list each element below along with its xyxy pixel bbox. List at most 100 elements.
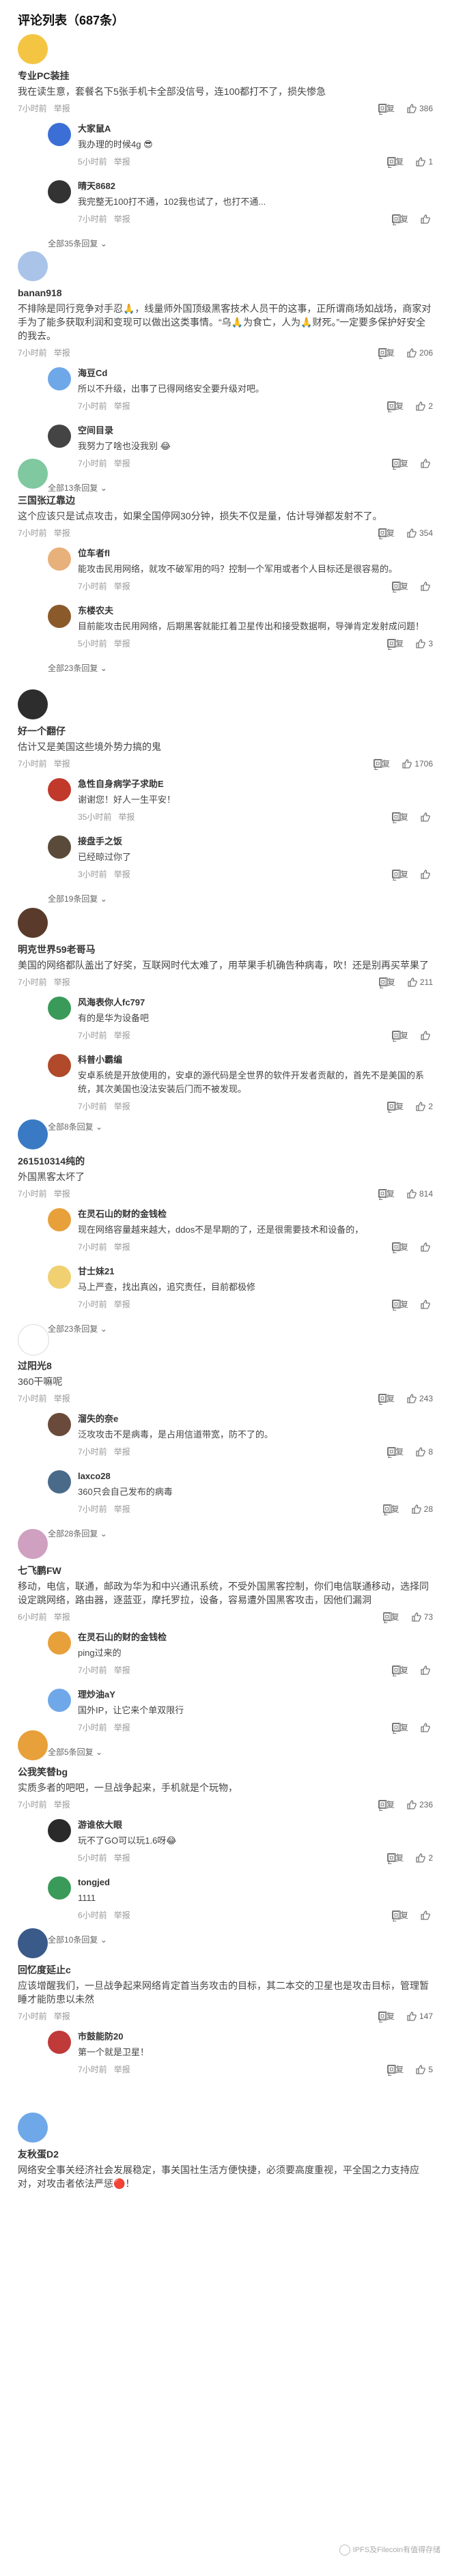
- reply-username[interactable]: 在灵石山的财的金钱检: [78, 1631, 433, 1644]
- report-link[interactable]: 举报: [54, 1612, 70, 1622]
- like-button[interactable]: 2: [416, 1852, 433, 1863]
- like-button[interactable]: 8: [416, 1446, 433, 1457]
- report-link[interactable]: 举报: [114, 582, 130, 591]
- reply-button[interactable]: 回复: [387, 1446, 404, 1457]
- report-link[interactable]: 举报: [54, 2012, 70, 2021]
- reply-username[interactable]: 接盘手之饭: [78, 835, 433, 848]
- reply-username[interactable]: 风海表你人fc797: [78, 997, 433, 1009]
- report-link[interactable]: 举报: [114, 1853, 130, 1863]
- reply-avatar[interactable]: [48, 1876, 71, 1900]
- report-link[interactable]: 举报: [114, 1665, 130, 1675]
- like-button[interactable]: [421, 580, 433, 592]
- reply-username[interactable]: 海豆Cd: [78, 367, 433, 380]
- reply-avatar[interactable]: [48, 123, 71, 146]
- report-link[interactable]: 举报: [54, 1800, 70, 1809]
- report-link[interactable]: 举报: [54, 528, 70, 538]
- reply-avatar[interactable]: [48, 2031, 71, 2054]
- reply-avatar[interactable]: [48, 425, 71, 448]
- report-link[interactable]: 举报: [114, 639, 130, 648]
- reply-avatar[interactable]: [48, 1689, 71, 1712]
- reply-button[interactable]: 回复: [378, 347, 395, 358]
- reply-avatar[interactable]: [48, 1819, 71, 1842]
- reply-username[interactable]: 甘士妹21: [78, 1265, 433, 1278]
- reply-button[interactable]: 回复: [391, 1298, 408, 1310]
- report-link[interactable]: 举报: [54, 1394, 70, 1403]
- reply-username[interactable]: 晴天8682: [78, 180, 433, 192]
- expand-replies[interactable]: 全部35条回复 ⌄: [48, 238, 433, 249]
- like-button[interactable]: 73: [411, 1611, 433, 1622]
- comment-username[interactable]: 261510314纯的: [18, 1155, 433, 1167]
- reply-avatar[interactable]: [48, 778, 71, 801]
- reply-avatar[interactable]: [48, 367, 71, 390]
- report-link[interactable]: 举报: [114, 157, 130, 167]
- reply-username[interactable]: 空间目录: [78, 425, 433, 437]
- report-link[interactable]: 举报: [54, 1189, 70, 1199]
- reply-button[interactable]: 回复: [382, 1503, 399, 1515]
- like-button[interactable]: 206: [407, 347, 433, 358]
- comment-username[interactable]: banan918: [18, 287, 433, 299]
- like-button[interactable]: 2: [416, 1100, 433, 1112]
- like-button[interactable]: [421, 868, 433, 880]
- like-button[interactable]: 2: [416, 400, 433, 412]
- reply-button[interactable]: 回复: [382, 1611, 399, 1622]
- comment-username[interactable]: 友秋蛋D2: [18, 2148, 433, 2160]
- report-link[interactable]: 举报: [114, 2065, 130, 2074]
- comment-username[interactable]: 专业PC装挂: [18, 70, 433, 82]
- reply-button[interactable]: 回复: [378, 2010, 395, 2022]
- reply-button[interactable]: 回复: [391, 580, 408, 592]
- report-link[interactable]: 举报: [114, 1242, 130, 1252]
- comment-username[interactable]: 好一个翻仔: [18, 725, 433, 737]
- expand-replies[interactable]: 全部23条回复 ⌄: [48, 662, 433, 674]
- report-link[interactable]: 举报: [114, 401, 130, 411]
- reply-button[interactable]: 回复: [391, 868, 408, 880]
- reply-button[interactable]: 回复: [387, 2063, 404, 2075]
- reply-button[interactable]: 回复: [387, 1852, 404, 1863]
- comment-username[interactable]: 三国张辽靠边: [18, 494, 433, 506]
- reply-username[interactable]: 溜失的奈e: [78, 1413, 433, 1425]
- like-button[interactable]: 211: [408, 976, 433, 988]
- like-button[interactable]: 243: [407, 1392, 433, 1404]
- report-link[interactable]: 举报: [114, 870, 130, 879]
- like-button[interactable]: [421, 1029, 433, 1041]
- comment-username[interactable]: 明克世界59老哥马: [18, 943, 433, 956]
- like-button[interactable]: 236: [407, 1799, 433, 1810]
- like-button[interactable]: 5: [416, 2063, 433, 2075]
- like-button[interactable]: 354: [407, 527, 433, 539]
- reply-avatar[interactable]: [48, 547, 71, 571]
- reply-button[interactable]: 回复: [378, 1392, 395, 1404]
- comment-username[interactable]: 回忆度延止c: [18, 1964, 433, 1976]
- reply-avatar[interactable]: [48, 997, 71, 1020]
- report-link[interactable]: 举报: [54, 759, 70, 769]
- reply-avatar[interactable]: [48, 1208, 71, 1231]
- reply-avatar[interactable]: [48, 1413, 71, 1436]
- reply-username[interactable]: 科普小霸编: [78, 1054, 433, 1066]
- report-link[interactable]: 举报: [114, 214, 130, 224]
- like-button[interactable]: 28: [411, 1503, 433, 1515]
- reply-button[interactable]: 回复: [391, 213, 408, 225]
- reply-username[interactable]: tongjed: [78, 1876, 433, 1889]
- like-button[interactable]: 386: [407, 102, 433, 114]
- reply-button[interactable]: 回复: [378, 976, 395, 988]
- reply-avatar[interactable]: [48, 605, 71, 628]
- reply-button[interactable]: 回复: [378, 527, 395, 539]
- reply-username[interactable]: 大家鼠A: [78, 123, 433, 135]
- reply-button[interactable]: 回复: [391, 1241, 408, 1253]
- comment-username[interactable]: 七飞鹏FW: [18, 1564, 433, 1577]
- like-button[interactable]: 147: [407, 2010, 433, 2022]
- like-button[interactable]: [421, 1664, 433, 1676]
- reply-button[interactable]: 回复: [391, 1909, 408, 1921]
- reply-username[interactable]: laxco28: [78, 1470, 433, 1483]
- report-link[interactable]: 举报: [114, 1504, 130, 1514]
- like-button[interactable]: [421, 1241, 433, 1253]
- reply-username[interactable]: 急性自身病学子求助E: [78, 778, 433, 790]
- reply-button[interactable]: 回复: [378, 1799, 395, 1810]
- reply-button[interactable]: 回复: [387, 638, 404, 649]
- reply-username[interactable]: 游谁依大眼: [78, 1819, 433, 1831]
- reply-username[interactable]: 在灵石山的财的金钱检: [78, 1208, 433, 1220]
- reply-button[interactable]: 回复: [378, 1188, 395, 1199]
- reply-button[interactable]: 回复: [387, 1100, 404, 1112]
- reply-button[interactable]: 回复: [391, 1664, 408, 1676]
- reply-username[interactable]: 市鼓能防20: [78, 2031, 433, 2043]
- reply-button[interactable]: 回复: [387, 156, 404, 167]
- reply-button[interactable]: 回复: [391, 1029, 408, 1041]
